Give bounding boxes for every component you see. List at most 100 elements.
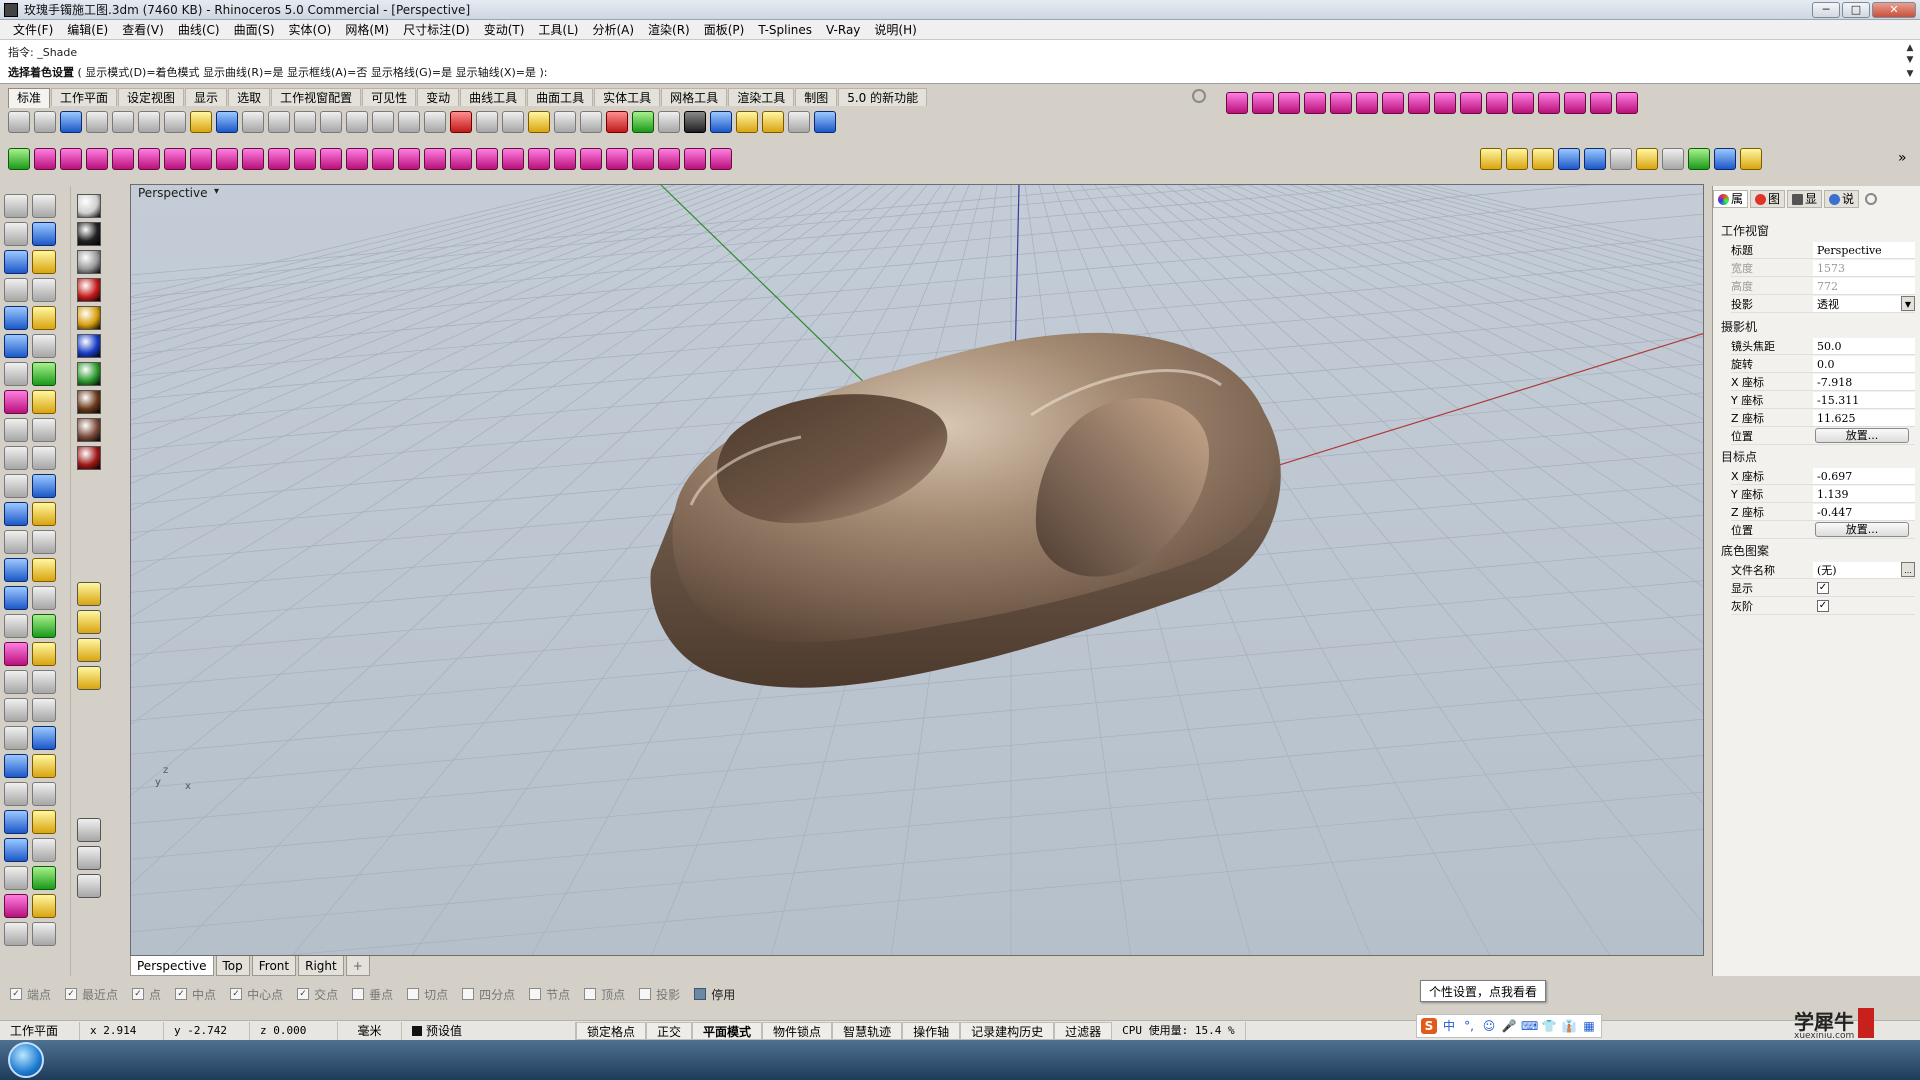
status-planar[interactable]: 平面模式 bbox=[692, 1021, 763, 1040]
cut-icon[interactable] bbox=[138, 111, 160, 133]
prop-filename-value[interactable]: (无) bbox=[1813, 562, 1901, 578]
rotate-tool-icon[interactable] bbox=[4, 586, 28, 610]
tsplines-split-icon[interactable] bbox=[476, 148, 498, 170]
status-cplane[interactable]: 工作平面 bbox=[0, 1021, 80, 1040]
prop-title-value[interactable]: Perspective bbox=[1813, 242, 1915, 258]
prop-cam-x-row[interactable]: X 座标 -7.918 bbox=[1731, 374, 1915, 391]
import-icon[interactable] bbox=[112, 111, 134, 133]
new-icon[interactable] bbox=[8, 111, 30, 133]
ellipse-tool-icon[interactable] bbox=[4, 278, 28, 302]
vray-material-icon[interactable] bbox=[77, 638, 101, 662]
tools-icon[interactable] bbox=[476, 111, 498, 133]
command-dropdown-icon[interactable]: ▼ bbox=[1904, 68, 1916, 80]
prop-focal-row[interactable]: 镜头焦距 50.0 bbox=[1731, 338, 1915, 355]
tsplines-merge-icon[interactable] bbox=[502, 148, 524, 170]
mesh-c-tool-icon[interactable] bbox=[4, 810, 28, 834]
mesh-e-tool-icon[interactable] bbox=[4, 838, 28, 862]
tsplines-cube-icon[interactable] bbox=[1278, 92, 1300, 114]
tab-visibility[interactable]: 可见性 bbox=[362, 88, 417, 106]
tsplines-convert-icon[interactable] bbox=[684, 148, 706, 170]
polygon-tool-icon[interactable] bbox=[4, 306, 28, 330]
osnap-checkbox[interactable] bbox=[407, 988, 420, 1000]
prop-tgt-z-row[interactable]: Z 座标 -0.447 bbox=[1731, 504, 1915, 521]
status-grid-snap[interactable]: 锁定格点 bbox=[576, 1021, 647, 1040]
tsplines-face-icon[interactable] bbox=[190, 148, 212, 170]
material-swatch-icon[interactable] bbox=[77, 306, 101, 330]
line-tool-icon[interactable] bbox=[4, 222, 28, 246]
ime-icon[interactable]: ⌨ bbox=[1521, 1018, 1538, 1034]
tsplines-plane-icon[interactable] bbox=[1382, 92, 1404, 114]
tab-layers[interactable]: 图 bbox=[1750, 190, 1786, 208]
tsplines-bridge-icon[interactable] bbox=[1512, 92, 1534, 114]
osnap-checkbox[interactable] bbox=[584, 988, 597, 1000]
ime-icon[interactable]: ▦ bbox=[1581, 1018, 1597, 1034]
menu-help[interactable]: 说明(H) bbox=[867, 20, 923, 40]
osnap-12[interactable]: 停用 bbox=[694, 986, 735, 1003]
tsplines-b-tool-icon[interactable] bbox=[32, 726, 56, 750]
tab-select[interactable]: 选取 bbox=[228, 88, 271, 106]
vray-options-icon[interactable] bbox=[1740, 148, 1762, 170]
perspective-viewport[interactable]: z y x bbox=[130, 184, 1704, 956]
zoom-all-icon[interactable] bbox=[398, 111, 420, 133]
tab-surface-tools[interactable]: 曲面工具 bbox=[527, 88, 594, 106]
osnap-checkbox[interactable] bbox=[352, 988, 365, 1000]
prop-cam-y-value[interactable]: -15.311 bbox=[1813, 392, 1915, 408]
toolbar-overflow-icon[interactable]: » bbox=[1898, 150, 1907, 166]
ime-icon[interactable]: S bbox=[1421, 1018, 1437, 1034]
tsplines-insert-icon[interactable] bbox=[606, 148, 628, 170]
camera-place-button[interactable]: 放置... bbox=[1815, 428, 1909, 443]
material-swatch-icon[interactable] bbox=[77, 334, 101, 358]
vray-light-icon[interactable] bbox=[1610, 148, 1632, 170]
four-view-icon[interactable] bbox=[424, 111, 446, 133]
prop-tgt-y-value[interactable]: 1.139 bbox=[1813, 486, 1915, 502]
vray-help-icon[interactable] bbox=[1714, 148, 1736, 170]
patch-tool-icon[interactable] bbox=[4, 502, 28, 526]
tsplines-smooth-icon[interactable] bbox=[372, 148, 394, 170]
gumball-tool-icon[interactable] bbox=[4, 698, 28, 722]
circle-tool-icon[interactable] bbox=[4, 250, 28, 274]
status-gumball[interactable]: 操作轴 bbox=[902, 1021, 961, 1040]
sphere-icon[interactable] bbox=[658, 111, 680, 133]
prop-show-row[interactable]: 显示 ✓ bbox=[1731, 580, 1915, 597]
osnap-1[interactable]: ✓ 最近点 bbox=[65, 986, 118, 1003]
help-icon[interactable] bbox=[814, 111, 836, 133]
tsplines-append-icon[interactable] bbox=[580, 148, 602, 170]
tsplines-cube-icon[interactable] bbox=[60, 148, 82, 170]
menu-file[interactable]: 文件(F) bbox=[6, 20, 60, 40]
material-swatch-icon[interactable] bbox=[77, 390, 101, 414]
tab-standard[interactable]: 标准 bbox=[8, 88, 51, 108]
dimension-tool-icon[interactable] bbox=[32, 614, 56, 638]
tsplines-vertex-icon[interactable] bbox=[1460, 92, 1482, 114]
tsplines-box-mode-icon[interactable] bbox=[1616, 92, 1638, 114]
rectangle-tool-icon[interactable] bbox=[32, 278, 56, 302]
tsplines-subdivide-icon[interactable] bbox=[554, 148, 576, 170]
status-layer[interactable]: 预设值 bbox=[402, 1021, 576, 1040]
osnap-checkbox[interactable]: ✓ bbox=[65, 988, 78, 1000]
menu-panels[interactable]: 面板(P) bbox=[697, 20, 752, 40]
cage-b-tool-icon[interactable] bbox=[32, 754, 56, 778]
maximize-button[interactable]: □ bbox=[1842, 2, 1870, 18]
car-icon[interactable] bbox=[450, 111, 472, 133]
tsplines-extrude-icon[interactable] bbox=[268, 148, 290, 170]
osnap-checkbox[interactable]: ✓ bbox=[175, 988, 188, 1000]
vray-sun-icon[interactable] bbox=[1636, 148, 1658, 170]
sweep-tool-icon[interactable] bbox=[4, 474, 28, 498]
vray-m-icon[interactable] bbox=[1480, 148, 1502, 170]
minimize-button[interactable]: ─ bbox=[1812, 2, 1840, 18]
osnap-11[interactable]: 投影 bbox=[639, 986, 680, 1003]
ime-icon[interactable]: 中 bbox=[1441, 1018, 1457, 1034]
offset-tool-icon[interactable] bbox=[32, 334, 56, 358]
tsplines-torus-icon[interactable] bbox=[138, 148, 160, 170]
menu-transform[interactable]: 变动(T) bbox=[477, 20, 532, 40]
osnap-checkbox[interactable] bbox=[639, 988, 652, 1000]
tab-transform[interactable]: 变动 bbox=[417, 88, 460, 106]
vray-r-icon[interactable] bbox=[1558, 148, 1580, 170]
array-tool-icon[interactable] bbox=[4, 558, 28, 582]
vptab-top[interactable]: Top bbox=[215, 956, 250, 976]
ime-icon[interactable]: ☺ bbox=[1481, 1018, 1497, 1034]
color-wheel-icon[interactable] bbox=[632, 111, 654, 133]
status-record-history[interactable]: 记录建构历史 bbox=[960, 1021, 1055, 1040]
menu-vray[interactable]: V-Ray bbox=[819, 20, 867, 40]
vray-rt-icon[interactable] bbox=[1584, 148, 1606, 170]
tab-viewport-layout[interactable]: 工作视窗配置 bbox=[271, 88, 362, 106]
